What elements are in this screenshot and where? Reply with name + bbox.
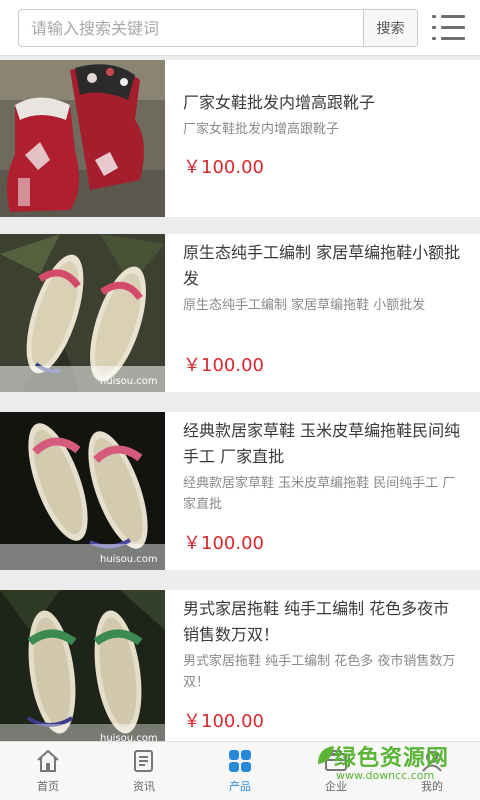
product-title: 厂家女鞋批发内增高跟靴子 (183, 93, 376, 112)
product-card[interactable]: huisou.com 原生态纯手工编制 家居草编拖鞋小额批发 原生态纯手工编制 … (0, 234, 480, 392)
nav-label: 我的 (421, 780, 443, 793)
product-image-corn-husk-slippers: huisou.com (0, 412, 165, 570)
nav-item-news[interactable]: 资讯 (96, 742, 192, 800)
list-menu-icon[interactable] (432, 12, 468, 44)
home-icon (37, 749, 59, 772)
nav-label: 产品 (229, 780, 251, 793)
app-screen: 搜索 (0, 0, 480, 800)
company-icon (325, 750, 347, 771)
bottom-nav: 首页 资讯 产品 企业 我的 (0, 741, 480, 800)
product-image-boots (0, 60, 165, 217)
product-subtitle: 男式家居拖鞋 纯手工编制 花色多 夜市销售数万双！ (183, 654, 456, 690)
search-input[interactable] (19, 10, 365, 46)
products-grid-icon (229, 750, 251, 772)
top-bar: 搜索 (0, 0, 480, 56)
nav-label: 资讯 (133, 780, 155, 793)
nav-label: 企业 (325, 780, 347, 793)
nav-item-mine[interactable]: 我的 (384, 742, 480, 800)
search-button[interactable]: 搜索 (363, 10, 417, 46)
product-subtitle: 原生态纯手工编制 家居草编拖鞋 小额批发 (183, 298, 426, 313)
nav-item-products[interactable]: 产品 (192, 742, 288, 800)
product-price: ￥100.00 (183, 711, 264, 732)
product-image-mens-slippers: huisou.com (0, 590, 165, 748)
search-box: 搜索 (18, 9, 418, 47)
product-image-straw-slippers: huisou.com (0, 234, 165, 392)
news-icon (134, 750, 153, 772)
nav-label: 首页 (37, 780, 59, 793)
product-price: ￥100.00 (183, 157, 264, 178)
product-price: ￥100.00 (183, 355, 264, 376)
image-caption: huisou.com (100, 376, 158, 387)
product-title: 原生态纯手工编制 家居草编拖鞋小额批发 (183, 243, 461, 288)
product-subtitle: 经典款居家草鞋 玉米皮草编拖鞋 民间纯手工 厂家直批 (183, 476, 456, 512)
product-title: 经典款居家草鞋 玉米皮草编拖鞋民间纯手工 厂家直批 (183, 421, 461, 466)
product-title: 男式家居拖鞋 纯手工编制 花色多夜市销售数万双！ (183, 599, 450, 644)
product-card[interactable]: huisou.com 男式家居拖鞋 纯手工编制 花色多夜市销售数万双！ 男式家居… (0, 590, 480, 748)
product-card[interactable]: 厂家女鞋批发内增高跟靴子 厂家女鞋批发内增高跟靴子 ￥100.00 (0, 60, 480, 217)
image-caption: huisou.com (100, 554, 158, 565)
product-price: ￥100.00 (183, 533, 264, 554)
nav-item-company[interactable]: 企业 (288, 742, 384, 800)
product-card[interactable]: huisou.com 经典款居家草鞋 玉米皮草编拖鞋民间纯手工 厂家直批 经典款… (0, 412, 480, 570)
user-icon (422, 751, 442, 772)
nav-item-home[interactable]: 首页 (0, 742, 96, 800)
product-subtitle: 厂家女鞋批发内增高跟靴子 (183, 122, 340, 137)
